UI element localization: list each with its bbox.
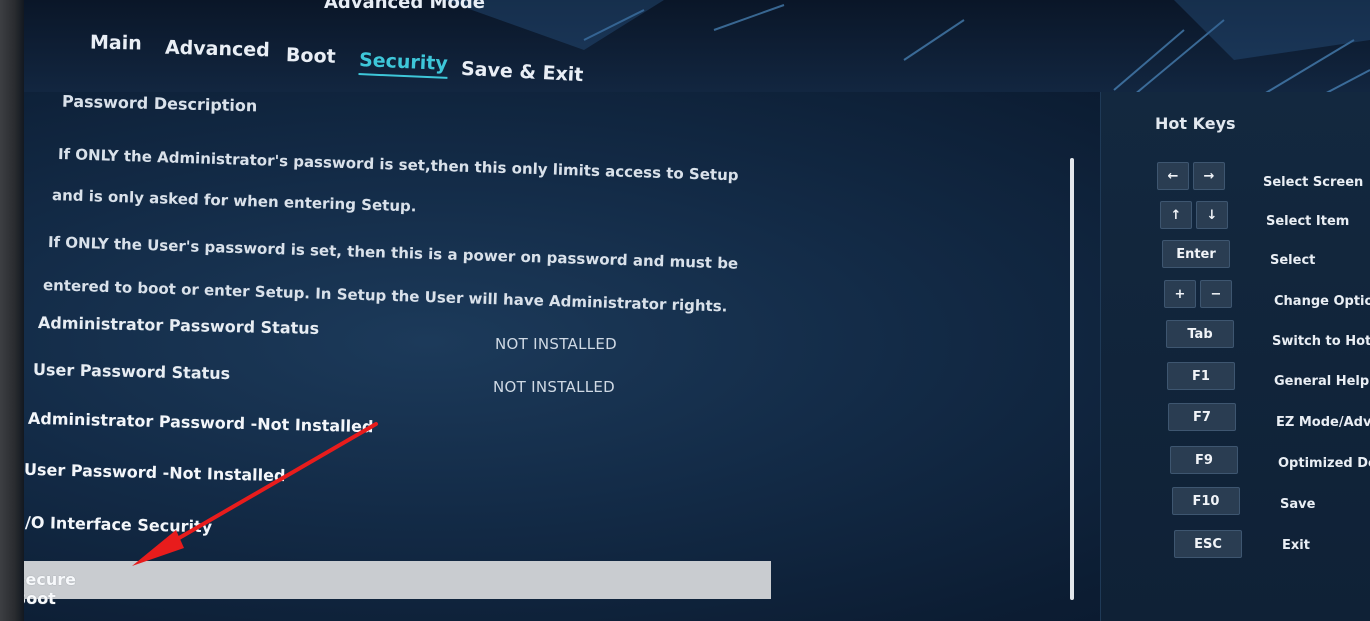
tab-bar: Main Advanced Boot Security Save & Exit xyxy=(24,0,1024,100)
hotkey-description: EZ Mode/Advanced Mode xyxy=(1276,415,1370,430)
hotkey-description: Switch to Hotkeys xyxy=(1272,334,1370,349)
bios-screen: Advanced Mode Main Advanced Boot Securit… xyxy=(24,0,1370,621)
hotkey-description: Save xyxy=(1280,497,1316,512)
esc-key: ESC xyxy=(1174,530,1242,558)
tab-boot[interactable]: Boot xyxy=(286,44,336,68)
minus-key: − xyxy=(1200,280,1232,308)
secure-boot-label: Secure Boot xyxy=(24,570,76,608)
tab-key: Tab xyxy=(1166,320,1234,348)
up-arrow-key: ↑ xyxy=(1160,201,1192,229)
right-arrow-key: → xyxy=(1193,162,1225,190)
down-arrow-key: ↓ xyxy=(1196,201,1228,229)
tab-security[interactable]: Security xyxy=(358,49,449,79)
hotkey-description: Select Screen xyxy=(1263,175,1364,190)
hotkey-description: Select Item xyxy=(1266,214,1350,229)
scrollbar[interactable] xyxy=(1070,158,1074,600)
plus-key: + xyxy=(1164,280,1196,308)
monitor-bezel xyxy=(0,0,24,621)
hotkey-description: Optimized Defaults xyxy=(1278,456,1370,471)
enter-key: Enter xyxy=(1162,240,1230,268)
hotkey-description: Select xyxy=(1270,253,1316,268)
f9-key: F9 xyxy=(1170,446,1238,474)
hotkey-description: General Help xyxy=(1274,374,1370,389)
user-password-status-value: NOT INSTALLED xyxy=(493,378,616,396)
left-arrow-key: ← xyxy=(1157,162,1189,190)
tab-advanced[interactable]: Advanced xyxy=(165,37,270,62)
tab-main[interactable]: Main xyxy=(90,32,142,55)
secure-boot-item[interactable] xyxy=(24,561,771,599)
hotkey-description: Exit xyxy=(1282,538,1310,553)
hotkey-description: Change Option xyxy=(1274,294,1370,309)
f1-key: F1 xyxy=(1167,362,1235,390)
admin-password-status-value: NOT INSTALLED xyxy=(495,335,618,353)
f10-key: F10 xyxy=(1172,487,1240,515)
tab-save-exit[interactable]: Save & Exit xyxy=(461,58,584,86)
f7-key: F7 xyxy=(1168,403,1236,431)
hotkeys-title: Hot Keys xyxy=(1155,114,1236,133)
